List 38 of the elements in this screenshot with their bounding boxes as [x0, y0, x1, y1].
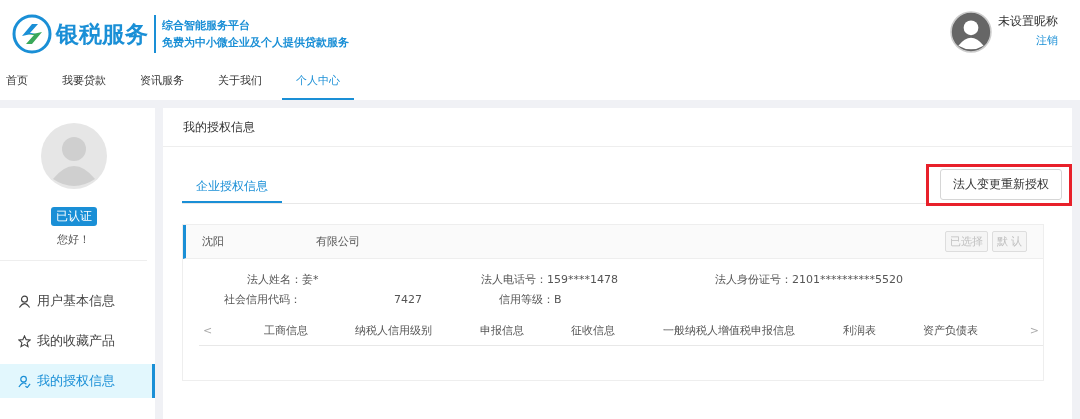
tagline: 综合智能服务平台: [162, 18, 251, 34]
logo-icon: [12, 14, 52, 54]
sidebar-item[interactable]: 我的收藏产品: [0, 321, 155, 361]
field-value: 7427: [394, 292, 423, 306]
info-tab[interactable]: 一般纳税人增值税申报信息: [663, 322, 796, 338]
info-tab[interactable]: 利润表: [842, 322, 876, 338]
user-name: 未设置昵称: [998, 13, 1058, 30]
star-icon: [18, 334, 31, 348]
field-label: 社会信用代码：: [224, 291, 302, 307]
tagline: 免费为中小微企业及个人提供贷款服务: [162, 35, 349, 51]
field-text: 法人电话号：159****1478: [481, 271, 619, 287]
reauth-button[interactable]: 法人变更重新授权: [940, 169, 1062, 200]
tab[interactable]: 企业授权信息: [182, 171, 282, 203]
verified-badge: 已认证: [50, 207, 97, 226]
info-tab[interactable]: 征收信息: [571, 322, 616, 338]
nav-tab[interactable]: 个人中心: [282, 68, 354, 100]
brand-name: 银税服务: [56, 15, 156, 53]
field-text: 信用等级：B: [499, 291, 562, 307]
avatar-icon[interactable]: [950, 11, 992, 53]
info-tab[interactable]: 工商信息: [263, 322, 308, 338]
logout-link[interactable]: 注销: [1036, 31, 1058, 51]
nav-tab[interactable]: 资讯服务: [140, 68, 184, 100]
company-name: 有限公司: [316, 234, 360, 249]
nav-tab[interactable]: 我要贷款: [62, 68, 106, 100]
greeting: 您好！: [57, 232, 90, 247]
company-name: 沈阳: [202, 234, 225, 249]
nav-tab[interactable]: 首页: [6, 68, 28, 100]
user-icon: [18, 294, 31, 308]
nav-tab[interactable]: 关于我们: [218, 68, 262, 100]
section-title: 我的授权信息: [163, 108, 1072, 147]
avatar-icon: [40, 123, 107, 189]
info-tab[interactable]: 申报信息: [479, 322, 524, 338]
info-tab[interactable]: 纳税人信用级别: [355, 322, 433, 338]
field-text: 法人身份证号：2101**********5520: [715, 271, 903, 287]
field-text: 法人姓名：姜*: [247, 271, 320, 287]
info-tab[interactable]: 资产负债表: [923, 322, 979, 338]
user-check-icon: [18, 374, 31, 388]
sidebar-item[interactable]: 用户基本信息: [0, 281, 155, 321]
